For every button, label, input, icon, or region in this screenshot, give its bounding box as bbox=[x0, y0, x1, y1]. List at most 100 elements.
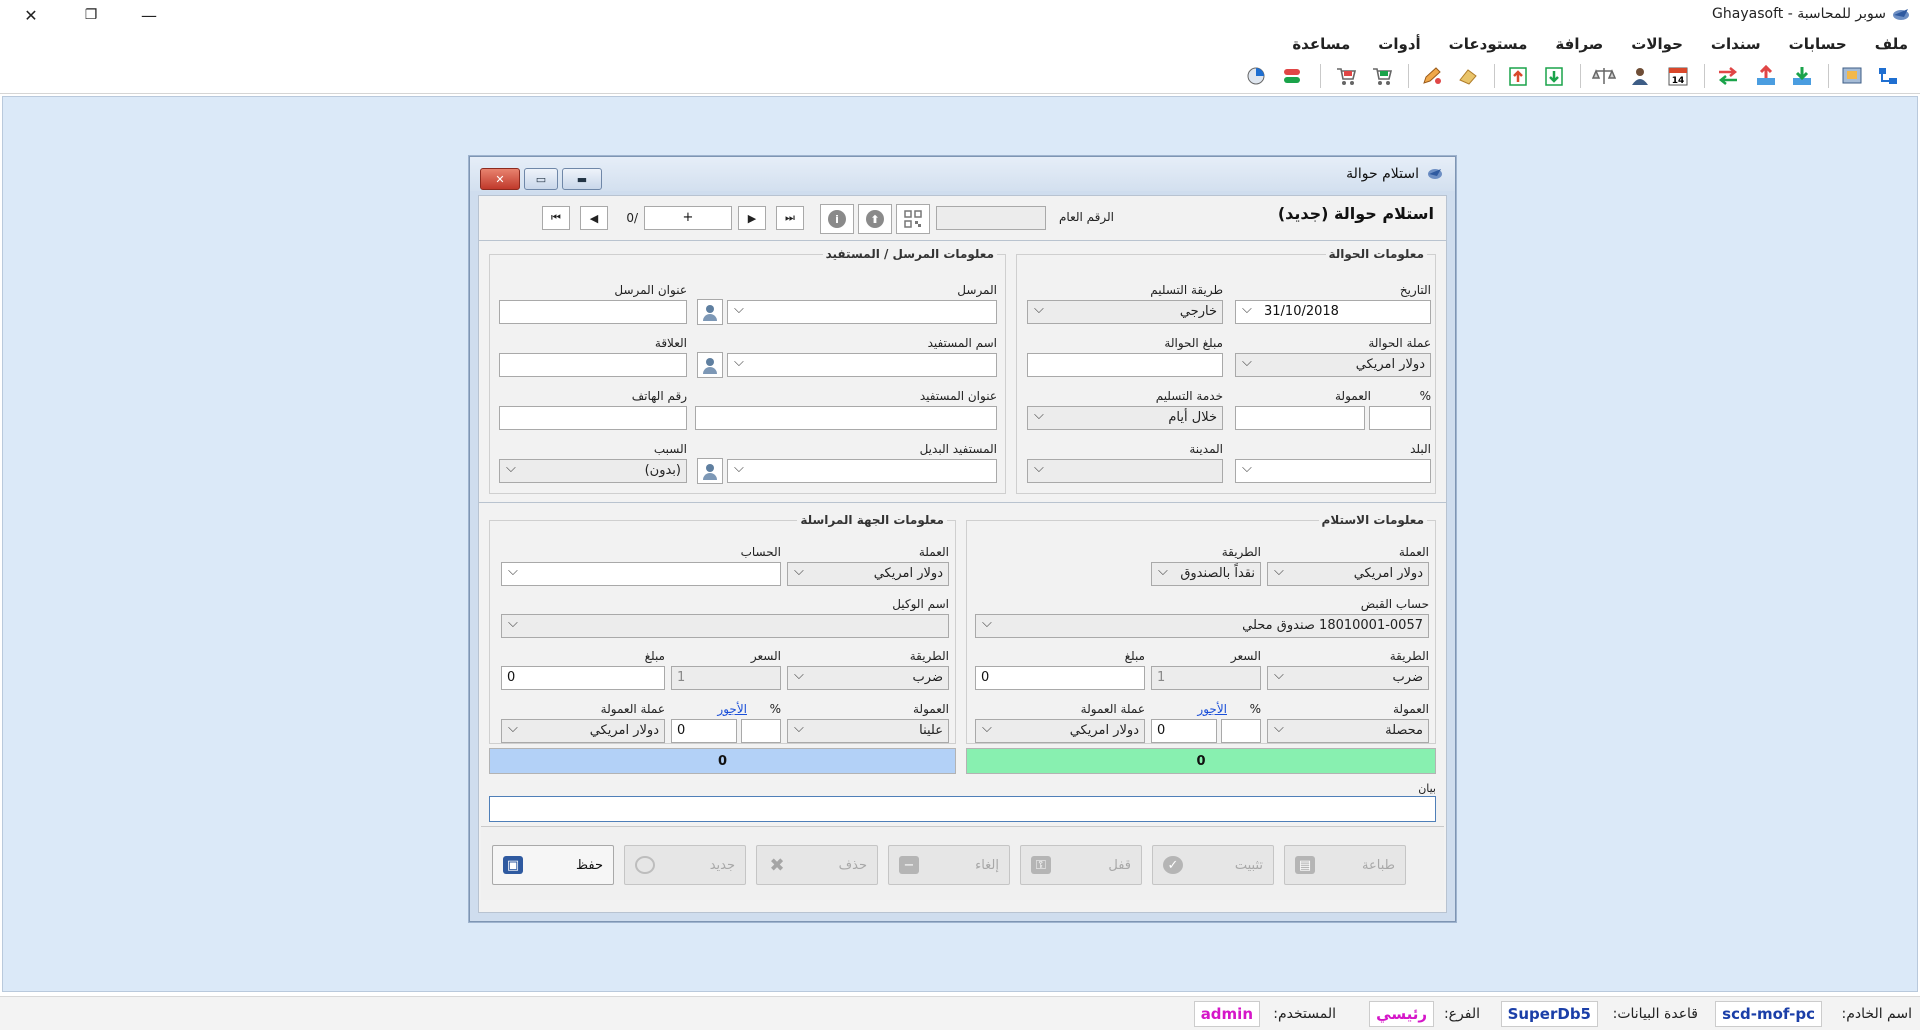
corr-percent-field[interactable] bbox=[741, 719, 781, 743]
sender-label: المرسل bbox=[957, 283, 997, 297]
cart-remove-icon[interactable] bbox=[1334, 65, 1358, 87]
receipt-percent-field[interactable] bbox=[1221, 719, 1261, 743]
note-field[interactable] bbox=[489, 796, 1436, 822]
calendar-icon[interactable]: 14 bbox=[1666, 65, 1690, 87]
phone-field[interactable] bbox=[499, 406, 687, 430]
import-icon[interactable] bbox=[1790, 65, 1814, 87]
info-button[interactable]: i bbox=[820, 204, 854, 234]
transfer-currency-select[interactable]: دولار امريكي bbox=[1235, 353, 1431, 377]
menu-tools[interactable]: أدوات bbox=[1378, 35, 1420, 53]
delete-button[interactable]: حذف ✖ bbox=[756, 845, 878, 885]
window-minimize-button[interactable]: — bbox=[120, 0, 178, 30]
network-icon[interactable] bbox=[1876, 65, 1900, 87]
pie-chart-icon[interactable] bbox=[1244, 65, 1268, 87]
dialog-titlebar[interactable]: استلام حوالة ✕ ▭ ▬ bbox=[470, 157, 1455, 191]
lock-button[interactable]: قفل ⚿ bbox=[1020, 845, 1142, 885]
alt-beneficiary-lookup-button[interactable] bbox=[697, 458, 723, 484]
menu-vouchers[interactable]: سندات bbox=[1711, 35, 1761, 53]
menu-help[interactable]: مساعدة bbox=[1292, 35, 1350, 53]
receipt-method-select[interactable]: نقداً بالصندوق bbox=[1151, 562, 1261, 586]
receipt-account-select[interactable]: 18010001-0057 صندوق محلي bbox=[975, 614, 1429, 638]
sender-address-field[interactable] bbox=[499, 300, 687, 324]
dialog-restore-button[interactable]: ▭ bbox=[524, 168, 558, 190]
menu-file[interactable]: ملف bbox=[1875, 35, 1908, 53]
window-close-button[interactable]: ✕ bbox=[2, 0, 60, 30]
dialog-minimize-button[interactable]: ▬ bbox=[562, 168, 602, 190]
upload-icon[interactable] bbox=[1506, 65, 1530, 87]
corr-fees-link[interactable]: الأجور bbox=[717, 702, 747, 716]
delete-x-icon: ✖ bbox=[769, 854, 785, 876]
nav-previous-button[interactable]: ◀ bbox=[580, 206, 608, 230]
alt-beneficiary-select[interactable] bbox=[727, 459, 997, 483]
receipt-info-group: معلومات الاستلام العملة دولار امريكي الط… bbox=[966, 513, 1436, 744]
corr-op-select[interactable]: ضرب bbox=[787, 666, 949, 690]
corr-commission-amount-field[interactable]: 0 bbox=[671, 719, 737, 743]
corr-agent-select[interactable] bbox=[501, 614, 949, 638]
beneficiary-address-field[interactable] bbox=[695, 406, 997, 430]
receipt-op-select[interactable]: ضرب bbox=[1267, 666, 1429, 690]
menu-accounts[interactable]: حسابات bbox=[1789, 35, 1847, 53]
receipt-amount-field[interactable]: 0 bbox=[975, 666, 1145, 690]
corr-percent-label: % bbox=[769, 702, 781, 716]
delivery-method-select[interactable]: خارجي bbox=[1027, 300, 1223, 324]
sender-select[interactable] bbox=[727, 300, 997, 324]
beneficiary-lookup-button[interactable] bbox=[697, 352, 723, 378]
corr-account-select[interactable] bbox=[501, 562, 781, 586]
pencil-icon[interactable] bbox=[1420, 65, 1444, 87]
receipt-rate-field[interactable]: 1 bbox=[1151, 666, 1261, 690]
date-value: 31/10/2018 bbox=[1264, 304, 1339, 319]
sender-lookup-button[interactable] bbox=[697, 299, 723, 325]
delivery-method-label: طريقة التسليم bbox=[1150, 283, 1223, 297]
cancel-button[interactable]: إلغاء − bbox=[888, 845, 1010, 885]
transfer-icon[interactable] bbox=[1716, 65, 1740, 87]
corr-amount-field[interactable]: 0 bbox=[501, 666, 665, 690]
cart-icon[interactable] bbox=[1370, 65, 1394, 87]
nav-first-button[interactable]: ⏮ bbox=[542, 206, 570, 230]
corr-commission-select[interactable]: علينا bbox=[787, 719, 949, 743]
delivery-service-select[interactable]: خلال أيام bbox=[1027, 406, 1223, 430]
print-button[interactable]: طباعة ▤ bbox=[1284, 845, 1406, 885]
receipt-commission-currency-select[interactable]: دولار امريكي bbox=[975, 719, 1145, 743]
beneficiary-select[interactable] bbox=[727, 353, 997, 377]
window-restore-button[interactable]: ❐ bbox=[62, 0, 120, 30]
upload-attachment-button[interactable]: ⬆ bbox=[858, 204, 892, 234]
receipt-commission-amount-field[interactable]: 0 bbox=[1151, 719, 1217, 743]
new-button[interactable]: جديد bbox=[624, 845, 746, 885]
country-select[interactable] bbox=[1235, 459, 1431, 483]
nav-last-button[interactable]: ⏭ bbox=[776, 206, 804, 230]
export-icon[interactable] bbox=[1754, 65, 1778, 87]
qr-code-button[interactable] bbox=[896, 204, 930, 234]
date-picker[interactable]: 31/10/2018 bbox=[1235, 300, 1431, 324]
corr-account-label: الحساب bbox=[740, 545, 781, 559]
nav-next-button[interactable]: ▶ bbox=[738, 206, 766, 230]
record-count-label: 0/ bbox=[626, 211, 638, 225]
corr-currency-select[interactable]: دولار امريكي bbox=[787, 562, 949, 586]
confirm-button[interactable]: تثبيت ✓ bbox=[1152, 845, 1274, 885]
commission-field[interactable] bbox=[1235, 406, 1365, 430]
receipt-fees-link[interactable]: الأجور bbox=[1197, 702, 1227, 716]
receipt-currency-select[interactable]: دولار امريكي bbox=[1267, 562, 1429, 586]
menu-exchange[interactable]: صرافة bbox=[1555, 35, 1603, 53]
eraser-icon[interactable] bbox=[1456, 65, 1480, 87]
commission-percent-field[interactable] bbox=[1369, 406, 1431, 430]
user-icon[interactable] bbox=[1628, 65, 1652, 87]
corr-commission-currency-select[interactable]: دولار امريكي bbox=[501, 719, 665, 743]
reason-select[interactable]: (بدون) bbox=[499, 459, 687, 483]
download-icon[interactable] bbox=[1542, 65, 1566, 87]
receipt-rate-label: السعر bbox=[1230, 649, 1261, 663]
balance-icon[interactable] bbox=[1592, 65, 1616, 87]
exchange-icon[interactable] bbox=[1280, 65, 1304, 87]
relation-field[interactable] bbox=[499, 353, 687, 377]
printer-icon: ▤ bbox=[1295, 856, 1315, 874]
city-select[interactable] bbox=[1027, 459, 1223, 483]
general-number-field[interactable] bbox=[936, 206, 1046, 230]
dialog-close-button[interactable]: ✕ bbox=[480, 168, 520, 190]
screen-icon[interactable] bbox=[1840, 65, 1864, 87]
transfer-amount-field[interactable] bbox=[1027, 353, 1223, 377]
menu-warehouses[interactable]: مستودعات bbox=[1449, 35, 1528, 53]
menu-transfers[interactable]: حوالات bbox=[1631, 35, 1683, 53]
record-number-field[interactable]: + bbox=[644, 206, 732, 230]
save-button[interactable]: حفظ ▣ bbox=[492, 845, 614, 885]
receipt-commission-select[interactable]: محصلة bbox=[1267, 719, 1429, 743]
corr-rate-field[interactable]: 1 bbox=[671, 666, 781, 690]
